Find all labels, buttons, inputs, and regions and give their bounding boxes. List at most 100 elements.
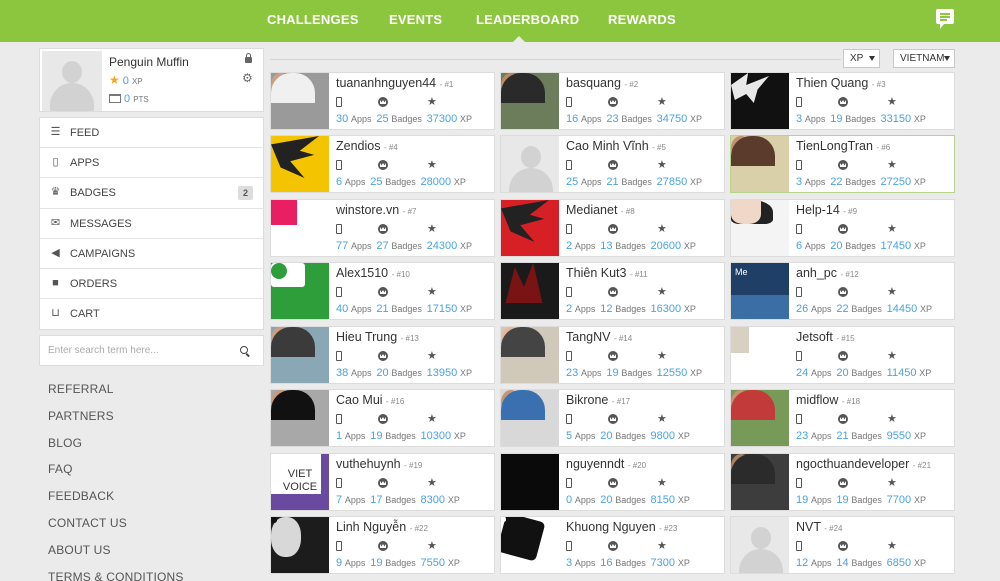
username[interactable]: Medianet - #8	[566, 203, 635, 217]
user-avatar[interactable]	[731, 327, 789, 383]
link-referral[interactable]: REFERRAL	[48, 382, 184, 409]
username[interactable]: Khuong Nguyen - #23	[566, 520, 677, 534]
user-avatar[interactable]	[271, 136, 329, 192]
user-avatar[interactable]	[271, 73, 329, 129]
username[interactable]: basquang - #2	[566, 76, 638, 90]
username[interactable]: Linh Nguyễn - #22	[336, 520, 428, 534]
lock-icon[interactable]	[245, 53, 252, 63]
username[interactable]: tuananhnguyen44 - #1	[336, 76, 453, 90]
leaderboard-card[interactable]: Jetsoft - #15 ★ 24 Apps 20 Badges 11450 …	[730, 326, 955, 384]
nav-rewards[interactable]: REWARDS	[608, 12, 676, 27]
username[interactable]: Help-14 - #9	[796, 203, 857, 217]
user-avatar[interactable]	[501, 73, 559, 129]
leaderboard-card[interactable]: Me anh_pc - #12 ★ 26 Apps 22 Badges 1445…	[730, 262, 955, 320]
username[interactable]: Cao Mui - #16	[336, 393, 404, 407]
nav-challenges[interactable]: CHALLENGES	[267, 12, 359, 27]
link-feedback[interactable]: FEEDBACK	[48, 489, 184, 516]
leaderboard-card[interactable]: TangNV - #14 ★ 23 Apps 19 Badges 12550 X…	[500, 326, 725, 384]
sidebar-item-cart[interactable]: ⊔ CART	[40, 299, 263, 329]
avatar[interactable]	[42, 51, 102, 111]
leaderboard-card[interactable]: ngocthuandeveloper - #21 ★ 19 Apps 19 Ba…	[730, 453, 955, 511]
leaderboard-card[interactable]: VIET VOICE vuthehuynh - #19 ★ 7 Apps 17 …	[270, 453, 495, 511]
user-avatar[interactable]	[271, 263, 329, 319]
leaderboard-card[interactable]: Cao Minh Vĩnh - #5 ★ 25 Apps 21 Badges 2…	[500, 135, 725, 193]
username[interactable]: vuthehuynh - #19	[336, 457, 422, 471]
sidebar-item-badges[interactable]: ♛ BADGES 2	[40, 178, 263, 209]
username[interactable]: Alex1510 - #10	[336, 266, 410, 280]
sidebar-item-apps[interactable]: ▯ APPS	[40, 148, 263, 179]
leaderboard-card[interactable]: nguyenndt - #20 ★ 0 Apps 20 Badges 8150 …	[500, 453, 725, 511]
username[interactable]: TienLongTran - #6	[796, 139, 890, 153]
link-terms-conditions[interactable]: TERMS & CONDITIONS	[48, 570, 184, 581]
leaderboard-card[interactable]: winstore.vn - #7 ★ 77 Apps 27 Badges 243…	[270, 199, 495, 257]
sidebar-item-orders[interactable]: ■ ORDERS	[40, 269, 263, 300]
user-avatar[interactable]	[731, 517, 789, 573]
username[interactable]: Thiên Kut3 - #11	[566, 266, 648, 280]
leaderboard-card[interactable]: Alex1510 - #10 ★ 40 Apps 21 Badges 17150…	[270, 262, 495, 320]
user-avatar[interactable]	[501, 390, 559, 446]
user-avatar[interactable]	[731, 200, 789, 256]
link-blog[interactable]: BLOG	[48, 436, 184, 463]
link-faq[interactable]: FAQ	[48, 462, 184, 489]
user-avatar[interactable]: VIET VOICE	[271, 454, 329, 510]
nav-leaderboard[interactable]: LEADERBOARD	[476, 12, 579, 27]
username[interactable]: midflow - #18	[796, 393, 860, 407]
leaderboard-card[interactable]: basquang - #2 ★ 16 Apps 23 Badges 34750 …	[500, 72, 725, 130]
sort-dropdown[interactable]: XP	[843, 49, 880, 68]
messages-icon[interactable]	[936, 9, 954, 29]
user-avatar[interactable]	[501, 327, 559, 383]
username[interactable]: anh_pc - #12	[796, 266, 859, 280]
user-avatar[interactable]	[731, 454, 789, 510]
leaderboard-card[interactable]: Bikrone - #17 ★ 5 Apps 20 Badges 9800 XP	[500, 389, 725, 447]
user-avatar[interactable]	[271, 200, 329, 256]
link-about-us[interactable]: ABOUT US	[48, 543, 184, 570]
user-avatar[interactable]	[501, 263, 559, 319]
nav-events[interactable]: EVENTS	[389, 12, 442, 27]
username[interactable]: winstore.vn - #7	[336, 203, 417, 217]
gear-icon[interactable]: ⚙	[242, 72, 253, 84]
username[interactable]: nguyenndt - #20	[566, 457, 646, 471]
username[interactable]: ngocthuandeveloper - #21	[796, 457, 931, 471]
leaderboard-card[interactable]: Cao Mui - #16 ★ 1 Apps 19 Badges 10300 X…	[270, 389, 495, 447]
username[interactable]: Cao Minh Vĩnh - #5	[566, 139, 666, 153]
user-avatar[interactable]	[501, 517, 559, 573]
username[interactable]: NVT - #24	[796, 520, 843, 534]
profile-name[interactable]: Penguin Muffin	[109, 55, 189, 69]
link-contact-us[interactable]: CONTACT US	[48, 516, 184, 543]
sidebar-item-messages[interactable]: ✉ MESSAGES	[40, 209, 263, 239]
leaderboard-card[interactable]: Hieu Trung - #13 ★ 38 Apps 20 Badges 139…	[270, 326, 495, 384]
username[interactable]: Hieu Trung - #13	[336, 330, 419, 344]
user-avatar[interactable]	[271, 517, 329, 573]
user-avatar[interactable]	[271, 390, 329, 446]
user-avatar[interactable]	[501, 454, 559, 510]
username[interactable]: TangNV - #14	[566, 330, 632, 344]
user-avatar[interactable]	[731, 390, 789, 446]
leaderboard-card[interactable]: Help-14 - #9 ★ 6 Apps 20 Badges 17450 XP	[730, 199, 955, 257]
leaderboard-card[interactable]: Thien Quang - #3 ★ 3 Apps 19 Badges 3315…	[730, 72, 955, 130]
leaderboard-card[interactable]: TienLongTran - #6 ★ 3 Apps 22 Badges 272…	[730, 135, 955, 193]
username[interactable]: Jetsoft - #15	[796, 330, 855, 344]
link-partners[interactable]: PARTNERS	[48, 409, 184, 436]
user-avatar[interactable]: Me	[731, 263, 789, 319]
search-icon[interactable]	[240, 346, 248, 354]
leaderboard-card[interactable]: Khuong Nguyen - #23 ★ 3 Apps 16 Badges 7…	[500, 516, 725, 574]
search-input[interactable]	[40, 336, 230, 365]
user-avatar[interactable]	[501, 136, 559, 192]
username[interactable]: Thien Quang - #3	[796, 76, 886, 90]
leaderboard-card[interactable]: NVT - #24 ★ 12 Apps 14 Badges 6850 XP	[730, 516, 955, 574]
sidebar-item-feed[interactable]: ☰ FEED	[40, 118, 263, 149]
username[interactable]: Zendios - #4	[336, 139, 398, 153]
leaderboard-card[interactable]: Zendios - #4 ★ 6 Apps 25 Badges 28000 XP	[270, 135, 495, 193]
leaderboard-card[interactable]: Thiên Kut3 - #11 ★ 2 Apps 12 Badges 1630…	[500, 262, 725, 320]
user-avatar[interactable]	[731, 136, 789, 192]
sidebar-item-campaigns[interactable]: ◀ CAMPAIGNS	[40, 239, 263, 269]
leaderboard-card[interactable]: midflow - #18 ★ 23 Apps 21 Badges 9550 X…	[730, 389, 955, 447]
user-avatar[interactable]	[271, 327, 329, 383]
user-avatar[interactable]	[731, 73, 789, 129]
leaderboard-card[interactable]: Linh Nguyễn - #22 ★ 9 Apps 19 Badges 755…	[270, 516, 495, 574]
user-avatar[interactable]	[501, 200, 559, 256]
leaderboard-card[interactable]: tuananhnguyen44 - #1 ★ 30 Apps 25 Badges…	[270, 72, 495, 130]
leaderboard-card[interactable]: Medianet - #8 ★ 2 Apps 13 Badges 20600 X…	[500, 199, 725, 257]
country-dropdown[interactable]: VIETNAM	[893, 49, 955, 68]
username[interactable]: Bikrone - #17	[566, 393, 630, 407]
